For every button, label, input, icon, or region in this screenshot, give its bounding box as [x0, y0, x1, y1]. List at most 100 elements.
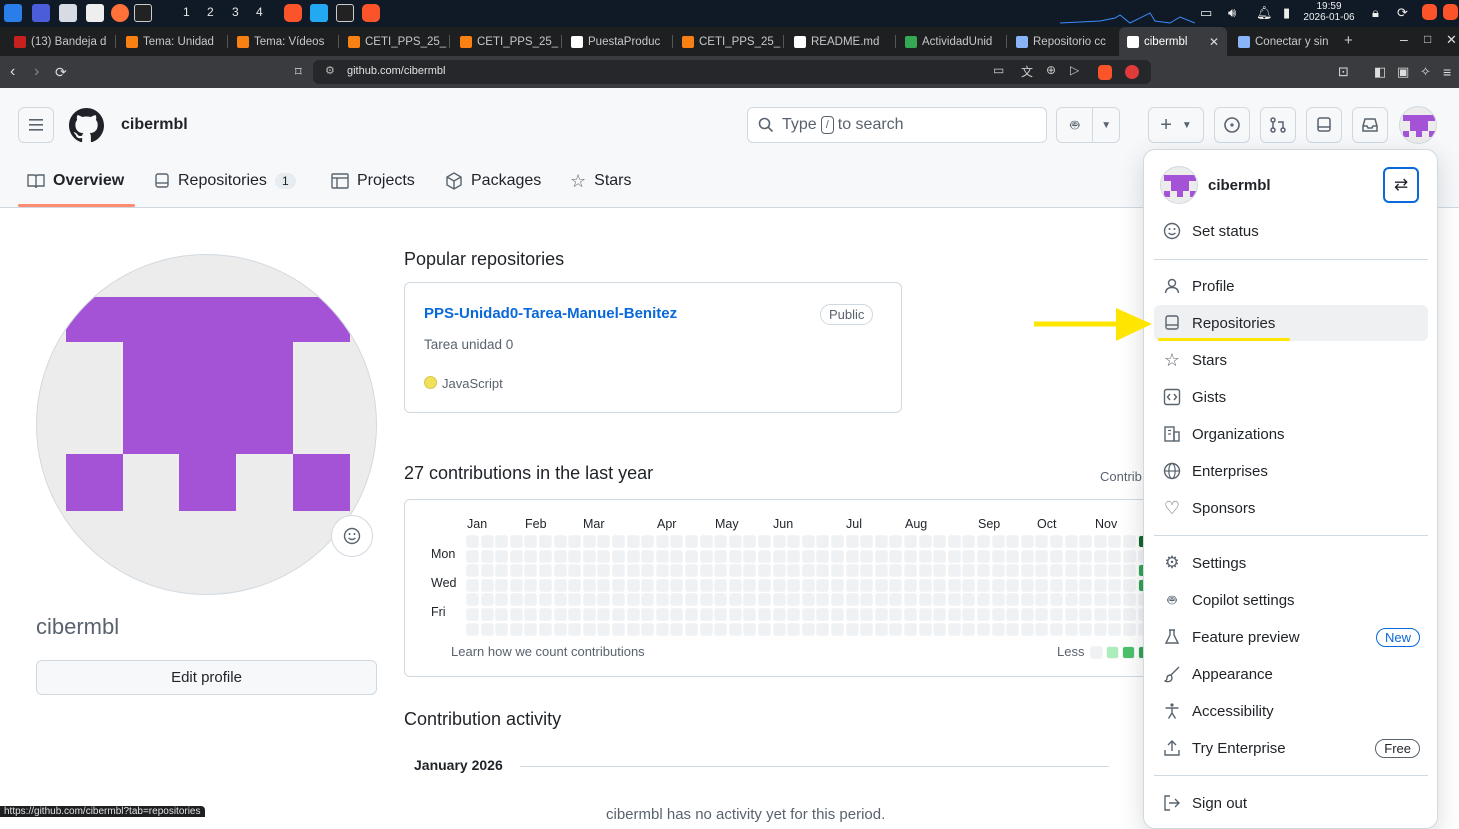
browser-tab[interactable]: (13) Bandeja d [6, 27, 114, 56]
contribution-day[interactable] [626, 608, 640, 621]
contribution-day[interactable] [582, 593, 596, 607]
contribution-day[interactable] [787, 578, 801, 592]
contribution-day[interactable] [787, 622, 801, 636]
contribution-day[interactable] [1093, 564, 1107, 578]
contribution-day[interactable] [743, 593, 757, 607]
contribution-day[interactable] [597, 593, 611, 607]
contribution-day[interactable] [1006, 578, 1020, 592]
contribution-day[interactable] [670, 578, 684, 592]
contribution-day[interactable] [1050, 578, 1063, 592]
contribution-day[interactable] [728, 549, 742, 563]
contribution-day[interactable] [1050, 608, 1063, 621]
contribution-day[interactable] [801, 549, 815, 563]
contribution-day[interactable] [947, 578, 961, 592]
lock-icon[interactable]: 🔒︎ [1372, 5, 1379, 21]
contribution-day[interactable] [612, 608, 625, 621]
contribution-day[interactable] [714, 608, 728, 621]
contribution-day[interactable] [509, 535, 523, 548]
workspace-1[interactable]: 1 [183, 5, 190, 19]
contribution-day[interactable] [728, 578, 742, 592]
firefox-icon[interactable] [111, 4, 129, 22]
contribution-day[interactable] [801, 578, 815, 592]
menu-item-stars[interactable]: ☆ Stars [1154, 342, 1428, 378]
contribution-day[interactable] [758, 593, 771, 607]
contribution-day[interactable] [1064, 593, 1078, 607]
contribution-day[interactable] [714, 564, 728, 578]
menu-item-appearance[interactable]: Appearance [1154, 656, 1428, 692]
contribution-day[interactable] [1093, 593, 1107, 607]
contribution-day[interactable] [962, 578, 976, 592]
contribution-day[interactable] [845, 549, 859, 563]
screenshot-icon[interactable]: ⊡ [1338, 62, 1349, 82]
contribution-day[interactable] [495, 593, 509, 607]
contribution-day[interactable] [991, 608, 1005, 621]
contribution-day[interactable] [831, 578, 844, 592]
contribution-day[interactable] [991, 622, 1005, 636]
contribution-day[interactable] [991, 549, 1005, 563]
contribution-day[interactable] [480, 593, 494, 607]
send-icon[interactable]: ▷ [1070, 63, 1079, 77]
contribution-day[interactable] [1108, 535, 1122, 548]
menu-item-gists[interactable]: Gists [1154, 379, 1428, 415]
cast-icon[interactable]: ▭ [993, 63, 1004, 77]
contribution-day[interactable] [480, 608, 494, 621]
contribution-day[interactable] [1064, 535, 1078, 548]
contribution-day[interactable] [1035, 608, 1049, 621]
contribution-day[interactable] [670, 564, 684, 578]
contribution-day[interactable] [655, 535, 669, 548]
contribution-day[interactable] [874, 535, 888, 548]
contribution-day[interactable] [582, 535, 596, 548]
contribution-day[interactable] [553, 564, 567, 578]
contribution-day[interactable] [1064, 564, 1078, 578]
contribution-day[interactable] [816, 593, 830, 607]
browser-tab[interactable]: Tema: Vídeos [229, 27, 337, 56]
contribution-day[interactable] [1079, 564, 1093, 578]
contribution-day[interactable] [524, 578, 538, 592]
contribution-day[interactable] [991, 593, 1005, 607]
contribution-day[interactable] [626, 564, 640, 578]
contribution-day[interactable] [1108, 622, 1122, 636]
contribution-day[interactable] [1006, 593, 1020, 607]
contribution-day[interactable] [612, 593, 625, 607]
contribution-day[interactable] [1093, 578, 1107, 592]
contribution-day[interactable] [1035, 593, 1049, 607]
close-tab-icon[interactable]: ✕ [1209, 35, 1219, 49]
switch-account-button[interactable]: ⇄ [1383, 167, 1419, 203]
contribution-day[interactable] [728, 535, 742, 548]
contribution-day[interactable] [933, 535, 947, 548]
contribution-day[interactable] [670, 549, 684, 563]
contribution-day[interactable] [860, 549, 874, 563]
contribution-day[interactable] [860, 593, 874, 607]
contribution-day[interactable] [1123, 593, 1136, 607]
contribution-day[interactable] [962, 535, 976, 548]
contribution-day[interactable] [612, 622, 625, 636]
contribution-day[interactable] [831, 622, 844, 636]
contribution-day[interactable] [466, 564, 479, 578]
contribution-day[interactable] [699, 535, 713, 548]
contribution-day[interactable] [509, 578, 523, 592]
contribution-day[interactable] [977, 535, 990, 548]
contribution-day[interactable] [874, 578, 888, 592]
contribution-day[interactable] [1006, 535, 1020, 548]
contribution-day[interactable] [889, 549, 903, 563]
browser-tab[interactable]: README.md [786, 27, 894, 56]
contribution-day[interactable] [787, 535, 801, 548]
contribution-day[interactable] [553, 593, 567, 607]
contribution-day[interactable] [480, 535, 494, 548]
contribution-day[interactable] [758, 535, 771, 548]
contribution-day[interactable] [860, 608, 874, 621]
contribution-day[interactable] [597, 578, 611, 592]
contribution-day[interactable] [524, 564, 538, 578]
document-icon[interactable] [86, 4, 104, 22]
contribution-day[interactable] [904, 535, 917, 548]
menu-item-feature-preview[interactable]: Feature preview New [1154, 619, 1428, 655]
contribution-day[interactable] [641, 549, 655, 563]
contribution-day[interactable] [845, 622, 859, 636]
tab-packages[interactable]: Packages [445, 165, 541, 197]
terminal-icon[interactable] [134, 4, 152, 22]
contribution-day[interactable] [874, 622, 888, 636]
contribution-day[interactable] [758, 608, 771, 621]
contribution-day[interactable] [845, 608, 859, 621]
contribution-day[interactable] [641, 608, 655, 621]
contribution-day[interactable] [612, 564, 625, 578]
